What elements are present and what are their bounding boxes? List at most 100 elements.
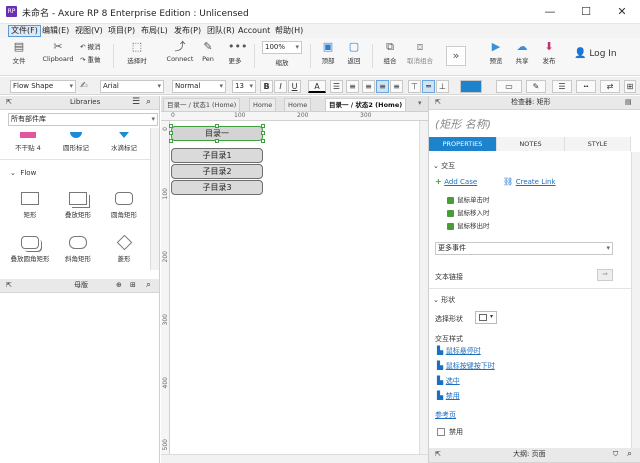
- add-case-link[interactable]: + Add Case: [435, 177, 477, 186]
- resize-handle[interactable]: [169, 131, 173, 135]
- line-style-icon[interactable]: ┅: [576, 80, 596, 93]
- list-icon[interactable]: ☰: [330, 80, 343, 93]
- inspector-scrollbar[interactable]: [631, 152, 640, 452]
- menu-publish[interactable]: 发布(P): [172, 25, 203, 37]
- zoom-select[interactable]: 100%: [262, 41, 302, 54]
- pen-tool[interactable]: ✎ Pen: [198, 41, 218, 64]
- more-events-select[interactable]: 更多事件: [435, 242, 613, 255]
- border-color-button[interactable]: ▭: [496, 80, 522, 93]
- sticky-note-item[interactable]: 不干贴 4: [8, 132, 48, 152]
- valign-middle-icon[interactable]: ═: [422, 80, 435, 93]
- menu-icon[interactable]: ☰: [132, 96, 140, 109]
- submenu-item-2[interactable]: 子目录2: [171, 164, 263, 179]
- library-select[interactable]: 所有部件库: [8, 113, 158, 126]
- style-mouse-down[interactable]: ▙ 鼠标按键按下时: [437, 361, 495, 371]
- resize-handle[interactable]: [215, 124, 219, 128]
- bold-button[interactable]: B: [260, 80, 273, 93]
- collapse-icon[interactable]: ⇱: [435, 448, 441, 461]
- filter-icon[interactable]: ⛉: [613, 448, 618, 461]
- arrow-style-icon[interactable]: ⇄: [600, 80, 620, 93]
- panel-options-icon[interactable]: ▤: [625, 96, 632, 109]
- more-tool[interactable]: ••• 更多: [222, 41, 248, 66]
- indent-icon[interactable]: ≡: [346, 80, 359, 93]
- align-center-icon[interactable]: ≡: [376, 80, 389, 93]
- shape-section-header[interactable]: ⌄ 形状: [433, 295, 455, 305]
- expand-toolbar-button[interactable]: »: [446, 46, 466, 66]
- text-link-button[interactable]: ⇒: [597, 269, 613, 281]
- resize-handle[interactable]: [215, 139, 219, 143]
- menu-team[interactable]: 团队(R): [205, 25, 237, 37]
- collapse-icon[interactable]: ⇱: [6, 279, 12, 292]
- align-left-icon[interactable]: ≡: [362, 80, 375, 93]
- clipboard-tool[interactable]: ✂ Clipboard: [40, 41, 76, 64]
- menu-edit[interactable]: 编辑(E): [40, 25, 71, 37]
- resize-handle[interactable]: [261, 139, 265, 143]
- search-icon[interactable]: ⌕: [146, 279, 151, 292]
- submenu-item-1[interactable]: 子目录1: [171, 148, 263, 163]
- resize-handle[interactable]: [169, 124, 173, 128]
- tab-dropdown-icon[interactable]: ▾: [418, 99, 422, 107]
- tab-properties[interactable]: PROPERTIES: [429, 137, 497, 151]
- align-right-icon[interactable]: ≡: [390, 80, 403, 93]
- flow-section-header[interactable]: ⌄ Flow: [10, 169, 36, 177]
- tab-page-1[interactable]: 目录一 / 状态1 (Home): [163, 98, 241, 111]
- preview-tool[interactable]: ▶ 预览: [486, 41, 506, 66]
- drop-marker-item[interactable]: 水滴标记: [104, 132, 144, 152]
- group-tool[interactable]: ⧉ 组合: [380, 41, 400, 66]
- add-master-icon[interactable]: ⊕: [116, 279, 122, 292]
- share-tool[interactable]: ☁ 共享: [512, 41, 532, 66]
- menu-file[interactable]: 文件(F): [8, 25, 41, 37]
- interaction-section-header[interactable]: ⌄ 交互: [433, 161, 455, 171]
- search-icon[interactable]: ⌕: [627, 448, 632, 461]
- resize-handle[interactable]: [261, 124, 265, 128]
- tab-home-1[interactable]: Home: [249, 98, 277, 111]
- minimize-button[interactable]: —: [540, 4, 560, 20]
- top-tool[interactable]: ▣ 顶部: [318, 41, 338, 66]
- event-click[interactable]: 鼠标单击时: [447, 194, 490, 204]
- line-width-icon[interactable]: ☰: [552, 80, 572, 93]
- redo-button[interactable]: ↷ 重做: [80, 54, 108, 64]
- font-color-button[interactable]: A: [308, 80, 326, 93]
- flow-rectangle[interactable]: 矩形: [10, 192, 50, 219]
- back-tool[interactable]: ▢ 返回: [344, 41, 364, 66]
- flow-rounded-rectangle[interactable]: 圆角矩形: [104, 192, 144, 219]
- style-hover[interactable]: ▙ 鼠标悬停时: [437, 346, 481, 356]
- tab-notes[interactable]: NOTES: [497, 137, 565, 151]
- flow-stacked-rectangle[interactable]: 叠放矩形: [58, 192, 98, 219]
- circle-marker-item[interactable]: 圆形标记: [56, 132, 96, 152]
- style-selected[interactable]: ▙ 选中: [437, 376, 460, 386]
- add-folder-icon[interactable]: ⊞: [130, 279, 136, 292]
- select-shape-button[interactable]: ▾: [475, 311, 497, 324]
- library-scrollbar[interactable]: [150, 128, 159, 270]
- submenu-item-3[interactable]: 子目录3: [171, 180, 263, 195]
- undo-button[interactable]: ↶ 撤消: [80, 41, 108, 51]
- maximize-button[interactable]: ☐: [576, 4, 596, 20]
- flow-beveled-rectangle[interactable]: 斜角矩形: [58, 236, 98, 263]
- flow-stacked-rounded-rectangle[interactable]: 叠放圆角矩形: [10, 236, 50, 263]
- style-select[interactable]: Flow Shape: [10, 80, 76, 93]
- tab-active-page[interactable]: 目录一 / 状态2 (Home): [325, 98, 407, 111]
- select-tool[interactable]: ⬚ 选择时: [118, 41, 156, 66]
- menu-view[interactable]: 视图(V): [73, 25, 105, 37]
- menu-layout[interactable]: 布局(L): [139, 25, 170, 37]
- more-format-icon[interactable]: ⊞: [624, 80, 636, 93]
- font-size-select[interactable]: 13: [232, 80, 256, 93]
- shape-name-field[interactable]: (矩形 名称): [435, 116, 491, 132]
- canvas-horizontal-scrollbar[interactable]: [161, 454, 428, 463]
- line-color-icon[interactable]: ✎: [526, 80, 546, 93]
- font-select[interactable]: Arial: [100, 80, 164, 93]
- resize-handle[interactable]: [261, 131, 265, 135]
- close-button[interactable]: ✕: [612, 4, 632, 20]
- flow-diamond[interactable]: 菱形: [104, 234, 144, 263]
- italic-button[interactable]: I: [274, 80, 287, 93]
- search-icon[interactable]: ⌕: [146, 96, 151, 109]
- publish-tool[interactable]: ⬇ 发布: [537, 41, 561, 66]
- tab-style[interactable]: STYLE: [565, 137, 631, 151]
- valign-bottom-icon[interactable]: ⊥: [436, 80, 449, 93]
- tab-home-2[interactable]: Home: [284, 98, 312, 111]
- canvas-vertical-scrollbar[interactable]: [419, 121, 428, 454]
- menu-account[interactable]: Account: [236, 25, 272, 37]
- style-disabled[interactable]: ▙ 禁用: [437, 391, 460, 401]
- disabled-checkbox[interactable]: 禁用: [437, 427, 463, 437]
- menu-project[interactable]: 项目(P): [106, 25, 137, 37]
